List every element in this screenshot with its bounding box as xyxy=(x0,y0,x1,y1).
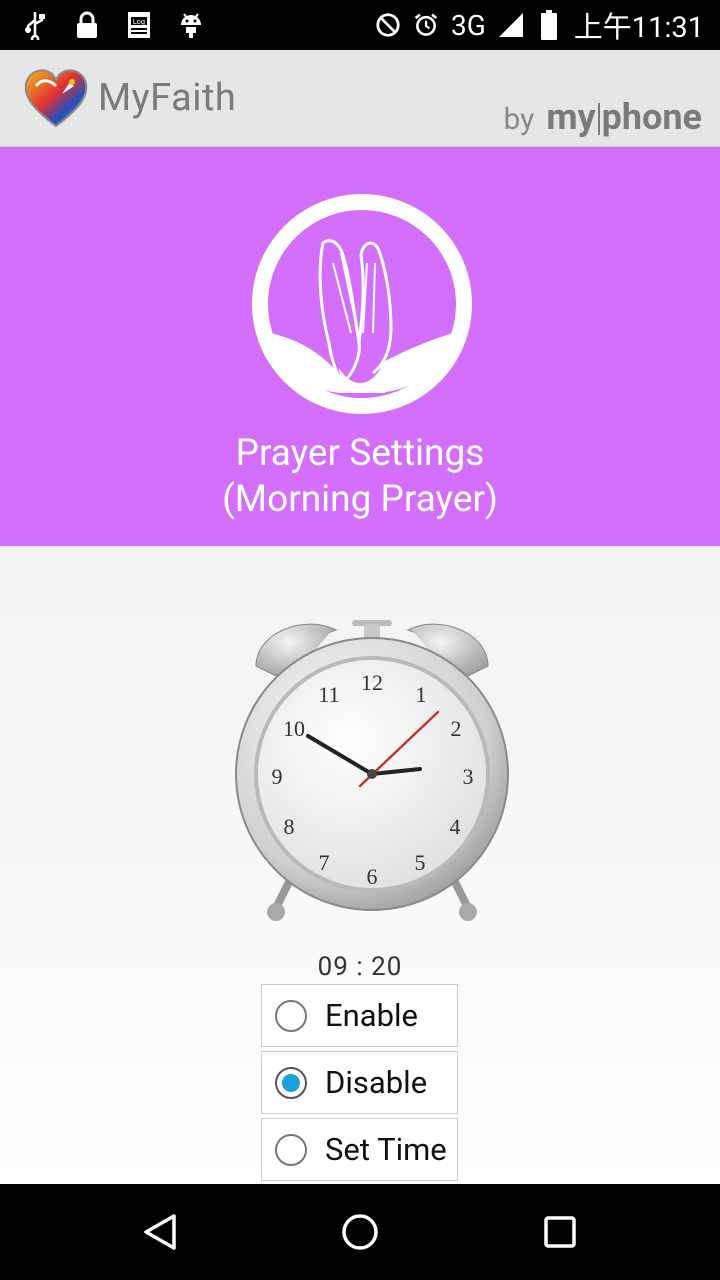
brand-separator xyxy=(597,103,600,135)
hero-title-line2: (Morning Prayer) xyxy=(222,478,498,521)
hero-banner: Prayer Settings (Morning Prayer) xyxy=(0,147,720,546)
set-time-radio[interactable] xyxy=(275,1133,307,1166)
status-time: 上午11:31 xyxy=(573,11,704,45)
alarm-icon xyxy=(413,12,439,38)
disable-radio[interactable] xyxy=(275,1066,307,1099)
back-button[interactable] xyxy=(136,1208,184,1256)
enable-radio[interactable] xyxy=(275,999,307,1032)
clock-numeral-9: 9 xyxy=(272,764,283,789)
app-logo xyxy=(22,64,90,132)
recents-square-icon xyxy=(544,1216,576,1248)
brand-by: by xyxy=(503,102,535,137)
clock-numeral-7: 7 xyxy=(319,850,330,875)
prayer-settings-panel: 12 1 2 3 4 5 6 7 8 9 10 11 09 : 20 Enabl… xyxy=(0,546,720,1184)
clock-numeral-6: 6 xyxy=(367,864,378,889)
network-type: 3G xyxy=(450,8,486,42)
clock-numeral-5: 5 xyxy=(415,850,426,875)
alarm-clock-illustration: 12 1 2 3 4 5 6 7 8 9 10 11 xyxy=(232,608,512,924)
alarm-time-display: 09 : 20 xyxy=(317,952,403,982)
clock-numeral-2: 2 xyxy=(451,716,462,741)
home-button[interactable] xyxy=(336,1208,384,1256)
brand-phone: phone xyxy=(601,96,702,138)
signal-icon xyxy=(498,12,524,38)
clock-numeral-10: 10 xyxy=(283,716,305,741)
status-bar: Log 3G 上午11:31 xyxy=(0,0,720,50)
android-icon xyxy=(178,12,204,38)
hero-title: Prayer Settings (Morning Prayer) xyxy=(0,431,720,523)
enable-option[interactable]: Enable xyxy=(261,984,458,1047)
usb-icon xyxy=(22,12,48,40)
svg-text:Log: Log xyxy=(133,18,146,26)
set-time-label: Set Time xyxy=(325,1131,447,1168)
hero-title-line1: Prayer Settings xyxy=(235,432,485,475)
clock-numeral-11: 11 xyxy=(318,682,339,707)
battery-icon xyxy=(536,10,562,40)
app-title: MyFaith xyxy=(98,76,237,120)
clock-numeral-12: 12 xyxy=(361,670,383,695)
recents-button[interactable] xyxy=(536,1208,584,1256)
system-nav-bar xyxy=(0,1184,720,1280)
disable-option[interactable]: Disable xyxy=(261,1051,458,1114)
praying-hands-icon xyxy=(251,193,473,415)
back-triangle-icon xyxy=(144,1214,176,1250)
log-icon: Log xyxy=(126,12,152,38)
app-bar: MyFaith by my phone xyxy=(0,50,720,147)
brand-logo: by my phone xyxy=(503,96,702,138)
lock-icon xyxy=(74,11,100,38)
clock-numeral-3: 3 xyxy=(463,764,474,789)
do-not-disturb-icon xyxy=(375,12,401,38)
disable-label: Disable xyxy=(325,1064,428,1101)
clock-numeral-4: 4 xyxy=(450,814,461,839)
set-time-option[interactable]: Set Time xyxy=(261,1118,458,1181)
clock-numeral-8: 8 xyxy=(284,814,295,839)
clock-numeral-1: 1 xyxy=(416,682,427,707)
brand-my: my xyxy=(546,96,596,138)
enable-label: Enable xyxy=(325,997,418,1034)
home-circle-icon xyxy=(342,1214,378,1250)
